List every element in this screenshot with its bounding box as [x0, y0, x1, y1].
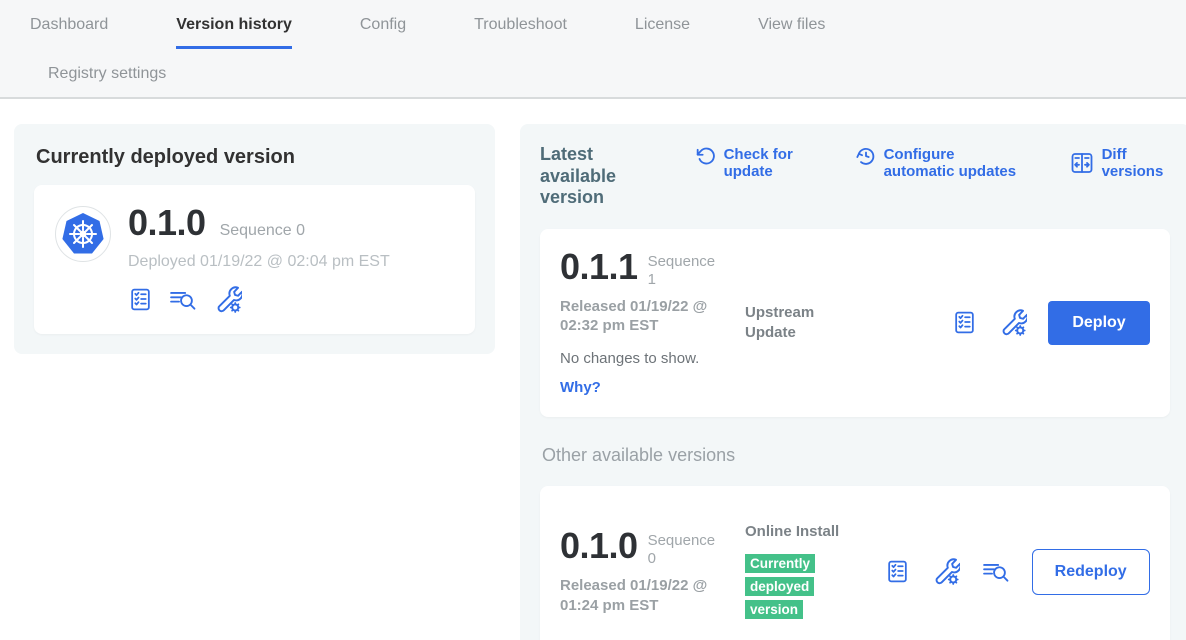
secondary-tabs: Registry settings [0, 49, 1186, 97]
why-link[interactable]: Why? [560, 379, 601, 396]
tab-config[interactable]: Config [360, 16, 406, 49]
config-icon[interactable] [213, 285, 242, 314]
version-card-actions: Deploy [952, 301, 1149, 345]
check-for-update-link[interactable]: Check for update [696, 146, 810, 181]
deployed-version-details: 0.1.0 Sequence 0 Deployed 01/19/22 @ 02:… [128, 205, 390, 314]
version-details: 0.1.0 Sequence 0 Released 01/19/22 @ 01:… [560, 528, 745, 615]
other-versions-title: Other available versions [542, 445, 1170, 466]
other-version-card: 0.1.0 Sequence 0 Released 01/19/22 @ 01:… [540, 486, 1170, 640]
redeploy-button[interactable]: Redeploy [1032, 549, 1150, 595]
latest-available-title: Latest available version [540, 144, 674, 209]
latest-available-panel: Latest available version Check for updat… [520, 124, 1186, 640]
released-timestamp: Released 01/19/22 @ 02:32 pm EST [560, 297, 732, 336]
sequence-label: Sequence 1 [648, 249, 720, 289]
version-source: Online Install [745, 522, 841, 542]
released-timestamp: Released 01/19/22 @ 01:24 pm EST [560, 576, 732, 615]
latest-version-card: 0.1.1 Sequence 1 Released 01/19/22 @ 02:… [540, 229, 1170, 417]
primary-tabs: Dashboard Version history Config Trouble… [0, 16, 1186, 49]
config-icon[interactable] [931, 557, 960, 586]
diff-versions-link[interactable]: Diff versions [1070, 146, 1170, 181]
tab-dashboard[interactable]: Dashboard [30, 16, 108, 49]
currently-deployed-title: Currently deployed version [36, 146, 475, 169]
preflight-checks-icon[interactable] [952, 309, 977, 336]
main-content: Currently deployed version [0, 99, 1186, 640]
tab-version-history[interactable]: Version history [176, 16, 292, 49]
deploy-button[interactable]: Deploy [1048, 301, 1149, 345]
tab-view-files[interactable]: View files [758, 16, 825, 49]
version-card-actions: Redeploy [885, 549, 1150, 595]
config-icon[interactable] [998, 308, 1027, 337]
tab-registry-settings[interactable]: Registry settings [48, 65, 166, 82]
changes-note: No changes to show. [560, 350, 745, 367]
deployed-version-number: 0.1.0 [128, 205, 206, 241]
tab-license[interactable]: License [635, 16, 690, 49]
version-actions: Check for update Configure automatic upd… [696, 144, 1170, 181]
version-number: 0.1.1 [560, 249, 638, 285]
deployed-version-card: 0.1.0 Sequence 0 Deployed 01/19/22 @ 02:… [34, 185, 475, 334]
view-logs-icon[interactable] [168, 287, 198, 313]
configure-automatic-updates-link[interactable]: Configure automatic updates [856, 146, 1024, 181]
view-logs-icon[interactable] [981, 559, 1011, 585]
preflight-checks-icon[interactable] [885, 558, 910, 585]
tab-troubleshoot[interactable]: Troubleshoot [474, 16, 567, 49]
currently-deployed-badge: Currently deployed version [745, 554, 815, 619]
update-schedule-icon [856, 146, 876, 181]
version-source: Upstream Update [745, 303, 841, 342]
deployed-sequence-label: Sequence 0 [220, 222, 305, 240]
top-navigation: Dashboard Version history Config Trouble… [0, 0, 1186, 99]
diff-icon [1070, 151, 1094, 175]
sequence-label: Sequence 0 [648, 528, 720, 568]
currently-deployed-panel: Currently deployed version [14, 124, 495, 354]
version-number: 0.1.0 [560, 528, 638, 564]
version-source-column: Online Install Currently deployed versio… [745, 522, 841, 622]
refresh-ccw-icon [696, 146, 716, 181]
kubernetes-logo-icon [54, 205, 112, 268]
version-details: 0.1.1 Sequence 1 Released 01/19/22 @ 02:… [560, 249, 745, 397]
preflight-checks-icon[interactable] [128, 286, 153, 313]
deployed-timestamp: Deployed 01/19/22 @ 02:04 pm EST [128, 253, 390, 271]
